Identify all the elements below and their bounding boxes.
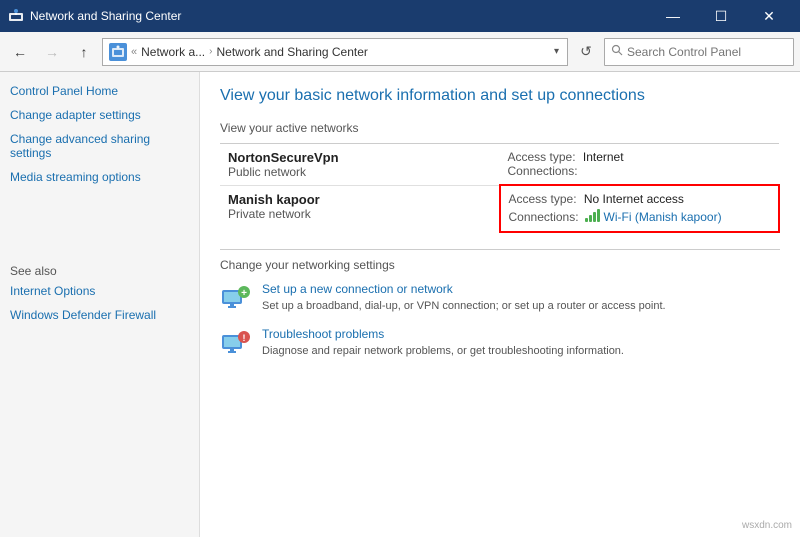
search-icon: [611, 44, 623, 59]
sidebar-see-also-section: See also Internet Options Windows Defend…: [10, 264, 189, 322]
network-type-2: Private network: [228, 207, 491, 221]
setup-connection-icon: +: [220, 282, 252, 314]
sidebar-internet-options[interactable]: Internet Options: [10, 284, 189, 298]
troubleshoot-link[interactable]: Troubleshoot problems: [262, 327, 624, 341]
window-controls: — ☐ ✕: [650, 0, 792, 32]
network-name-cell-1: NortonSecureVpn Public network: [220, 143, 500, 185]
path-separator: ›: [209, 46, 212, 57]
search-input[interactable]: [627, 45, 787, 59]
see-also-title: See also: [10, 264, 189, 278]
page-title: View your basic network information and …: [220, 86, 780, 107]
access-type-row-2: Access type: No Internet access: [509, 192, 771, 206]
maximize-button[interactable]: ☐: [698, 0, 744, 32]
back-button[interactable]: ←: [6, 38, 34, 66]
connections-label-1: Connections:: [508, 164, 578, 178]
wifi-bar-3: [593, 212, 596, 222]
path-current: Network and Sharing Center: [217, 45, 368, 59]
network-access-cell-1: Access type: Internet Connections:: [500, 143, 780, 185]
active-networks-label: View your active networks: [220, 121, 780, 135]
address-bar: ← → ↑ « Network a... › Network and Shari…: [0, 32, 800, 72]
access-type-row-1: Access type: Internet: [508, 150, 772, 164]
wifi-connection-link[interactable]: Wi-Fi (Manish kapoor): [604, 210, 722, 224]
sidebar: Control Panel Home Change adapter settin…: [0, 72, 200, 537]
wifi-icon: [585, 209, 602, 225]
access-label-2: Access type:: [509, 192, 577, 206]
path-icon: [109, 43, 127, 61]
network-name-1: NortonSecureVpn: [228, 150, 492, 165]
path-prefix: «: [131, 46, 137, 58]
settings-item-1: + Set up a new connection or network Set…: [220, 282, 780, 314]
window-title: Network and Sharing Center: [30, 9, 181, 23]
title-bar: Network and Sharing Center — ☐ ✕: [0, 0, 800, 32]
access-value-1: Internet: [583, 150, 624, 164]
path-short[interactable]: Network a...: [141, 45, 205, 59]
sidebar-media-streaming[interactable]: Media streaming options: [10, 170, 189, 184]
settings-item-1-text: Set up a new connection or network Set u…: [262, 282, 666, 314]
close-button[interactable]: ✕: [746, 0, 792, 32]
address-path: « Network a... › Network and Sharing Cen…: [102, 38, 568, 66]
watermark: wsxdn.com: [742, 520, 792, 531]
forward-button[interactable]: →: [38, 38, 66, 66]
wifi-bars: [585, 209, 600, 222]
refresh-button[interactable]: ↺: [572, 38, 600, 66]
wifi-bar-1: [585, 218, 588, 222]
wifi-bar-4: [597, 209, 600, 222]
access-value-2: No Internet access: [584, 192, 684, 206]
troubleshoot-desc: Diagnose and repair network problems, or…: [262, 345, 624, 357]
main-layout: Control Panel Home Change adapter settin…: [0, 72, 800, 537]
networking-settings-title: Change your networking settings: [220, 249, 780, 272]
networking-settings-section: Change your networking settings + Set up…: [220, 249, 780, 359]
network-row-2: Manish kapoor Private network Access typ…: [220, 185, 779, 232]
app-icon: [8, 8, 24, 24]
sidebar-advanced-sharing[interactable]: Change advanced sharing settings: [10, 132, 189, 160]
sidebar-windows-firewall[interactable]: Windows Defender Firewall: [10, 308, 189, 322]
svg-text:+: +: [241, 288, 247, 299]
path-dropdown-button[interactable]: ▾: [552, 46, 561, 57]
content-area: View your basic network information and …: [200, 72, 800, 537]
network-access-cell-2-highlighted: Access type: No Internet access Connecti…: [500, 185, 780, 232]
network-type-1: Public network: [228, 165, 492, 179]
settings-item-2: ! Troubleshoot problems Diagnose and rep…: [220, 327, 780, 359]
sidebar-main-section: Control Panel Home Change adapter settin…: [10, 84, 189, 184]
setup-connection-link[interactable]: Set up a new connection or network: [262, 282, 666, 296]
sidebar-adapter-settings[interactable]: Change adapter settings: [10, 108, 189, 122]
network-name-cell-2: Manish kapoor Private network: [220, 185, 500, 232]
wifi-bar-2: [589, 215, 592, 222]
minimize-button[interactable]: —: [650, 0, 696, 32]
connections-label-2: Connections:: [509, 210, 579, 224]
networks-table: NortonSecureVpn Public network Access ty…: [220, 143, 780, 234]
svg-text:!: !: [243, 333, 246, 343]
setup-connection-desc: Set up a broadband, dial-up, or VPN conn…: [262, 300, 666, 312]
up-button[interactable]: ↑: [70, 38, 98, 66]
network-name-2: Manish kapoor: [228, 192, 491, 207]
network-row-1: NortonSecureVpn Public network Access ty…: [220, 143, 779, 185]
settings-item-2-text: Troubleshoot problems Diagnose and repai…: [262, 327, 624, 359]
sidebar-control-panel-home[interactable]: Control Panel Home: [10, 84, 189, 98]
search-box: [604, 38, 794, 66]
connections-row-1: Connections:: [508, 164, 772, 178]
troubleshoot-icon: !: [220, 327, 252, 359]
connections-row-2: Connections: Wi-Fi (Manish kapoor): [509, 209, 771, 225]
access-label-1: Access type:: [508, 150, 576, 164]
